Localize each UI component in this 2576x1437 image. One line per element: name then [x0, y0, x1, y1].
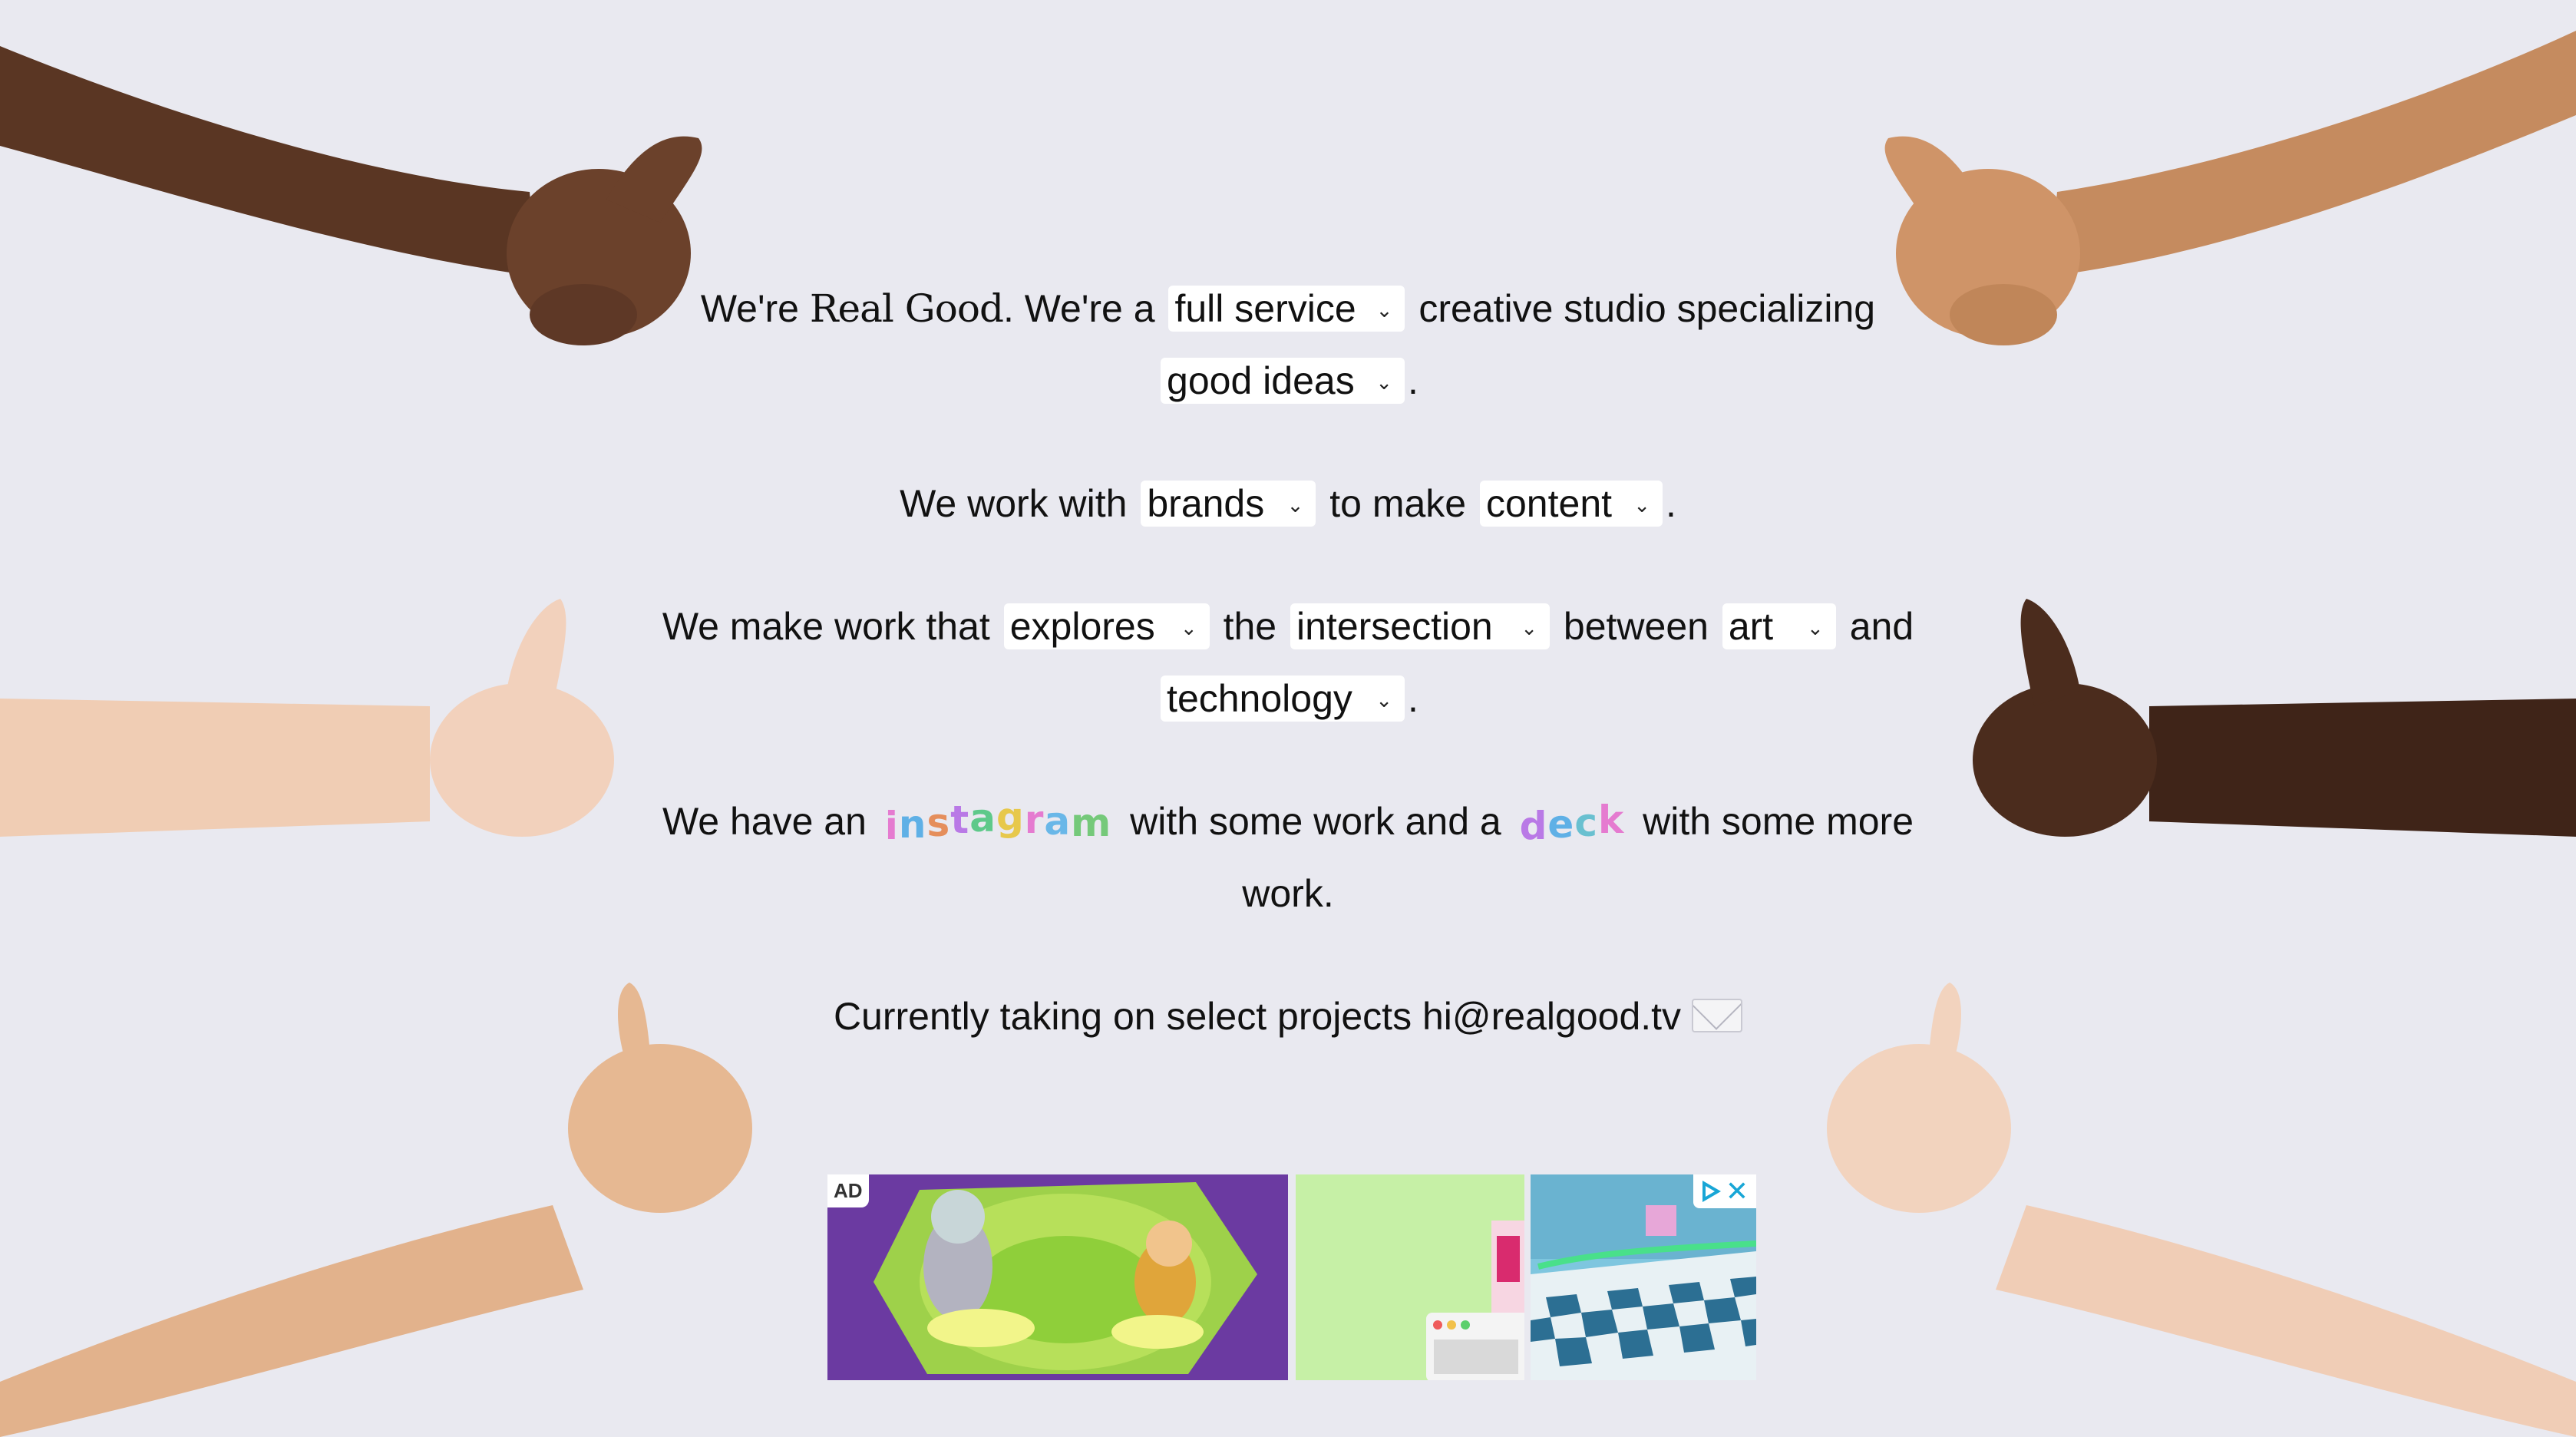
specialty-select-value: good ideas: [1167, 359, 1355, 402]
verb-select-value: explores: [1009, 605, 1155, 648]
output-select[interactable]: content ⌄: [1480, 481, 1663, 527]
intro-text: creative studio specializing: [1408, 287, 1876, 330]
link-letter: n: [898, 802, 927, 847]
brand-name: Real Good: [809, 286, 1004, 331]
chevron-down-icon: ⌄: [1376, 689, 1393, 712]
ad-banner[interactable]: AD ✕: [827, 1174, 1756, 1382]
close-icon[interactable]: ✕: [1726, 1176, 1749, 1207]
chevron-down-icon: ⌄: [1286, 494, 1304, 517]
intro-text: We're: [700, 287, 810, 330]
instagram-link[interactable]: instagram: [885, 785, 1112, 857]
make-work-text: the: [1212, 605, 1288, 648]
make-work-paragraph: We make work that explores ⌄ the intersec…: [659, 590, 1917, 735]
chevron-down-icon: ⌄: [1807, 616, 1824, 639]
field2-select-value: technology: [1167, 677, 1352, 720]
links-text: We have an: [662, 800, 877, 843]
link-letter: s: [926, 801, 951, 845]
contact-paragraph: Currently taking on select projects hi@r…: [659, 980, 1917, 1052]
link-letter: e: [1547, 802, 1575, 847]
intro-paragraph: We're Real Good. We're a full service ⌄ c…: [659, 273, 1917, 417]
work-with-text: We work with: [900, 482, 1138, 525]
client-select-value: brands: [1147, 482, 1265, 525]
envelope-icon[interactable]: [1692, 999, 1743, 1032]
make-work-text: between: [1553, 605, 1719, 648]
work-with-paragraph: We work with brands ⌄ to make content ⌄.: [659, 467, 1917, 540]
ad-image-cartoon-portal[interactable]: [827, 1174, 1288, 1380]
link-letter: a: [969, 796, 996, 841]
service-select-value: full service: [1174, 287, 1356, 330]
links-paragraph: We have an instagram with some work and …: [659, 785, 1917, 930]
service-select[interactable]: full service ⌄: [1168, 286, 1405, 332]
field1-select[interactable]: art ⌄: [1722, 603, 1836, 649]
chevron-down-icon: ⌄: [1633, 494, 1650, 517]
email-link[interactable]: hi@realgood.tv: [1422, 995, 1681, 1038]
link-letter: t: [950, 798, 970, 842]
make-work-text: and: [1838, 605, 1914, 648]
ad-image-screens[interactable]: [1296, 1174, 1524, 1380]
client-select[interactable]: brands ⌄: [1141, 481, 1316, 527]
chevron-down-icon: ⌄: [1180, 616, 1197, 639]
ad-label: AD: [827, 1174, 869, 1207]
deck-link[interactable]: deck: [1520, 785, 1625, 857]
link-letter: c: [1574, 801, 1598, 845]
field1-select-value: art: [1728, 605, 1774, 648]
links-text: with some work and a: [1119, 800, 1512, 843]
studio-intro: We're Real Good. We're a full service ⌄ c…: [0, 273, 2576, 1103]
intro-text: .: [1408, 359, 1418, 402]
ad-controls: ✕: [1693, 1174, 1756, 1208]
adchoices-icon[interactable]: [1702, 1181, 1721, 1202]
link-letter: g: [996, 794, 1025, 839]
noun-select[interactable]: intersection ⌄: [1290, 603, 1551, 649]
link-letter: m: [1071, 801, 1112, 845]
field2-select[interactable]: technology ⌄: [1161, 676, 1405, 722]
output-select-value: content: [1486, 482, 1613, 525]
link-letter: a: [1044, 799, 1072, 844]
work-with-text: to make: [1319, 482, 1477, 525]
link-letter: r: [1024, 798, 1045, 842]
link-letter: i: [884, 804, 899, 848]
verb-select[interactable]: explores ⌄: [1003, 603, 1210, 649]
noun-select-value: intersection: [1296, 605, 1493, 648]
work-with-text: .: [1666, 482, 1676, 525]
make-work-text: We make work that: [662, 605, 1001, 648]
specialty-select[interactable]: good ideas ⌄: [1161, 358, 1405, 404]
link-letter: d: [1519, 804, 1548, 848]
chevron-down-icon: ⌄: [1521, 616, 1538, 639]
chevron-down-icon: ⌄: [1376, 371, 1393, 394]
contact-text: Currently taking on select projects: [833, 995, 1422, 1038]
link-letter: k: [1597, 798, 1625, 842]
chevron-down-icon: ⌄: [1376, 299, 1393, 322]
intro-text: . We're a: [1002, 287, 1166, 330]
make-work-text: .: [1408, 677, 1418, 720]
